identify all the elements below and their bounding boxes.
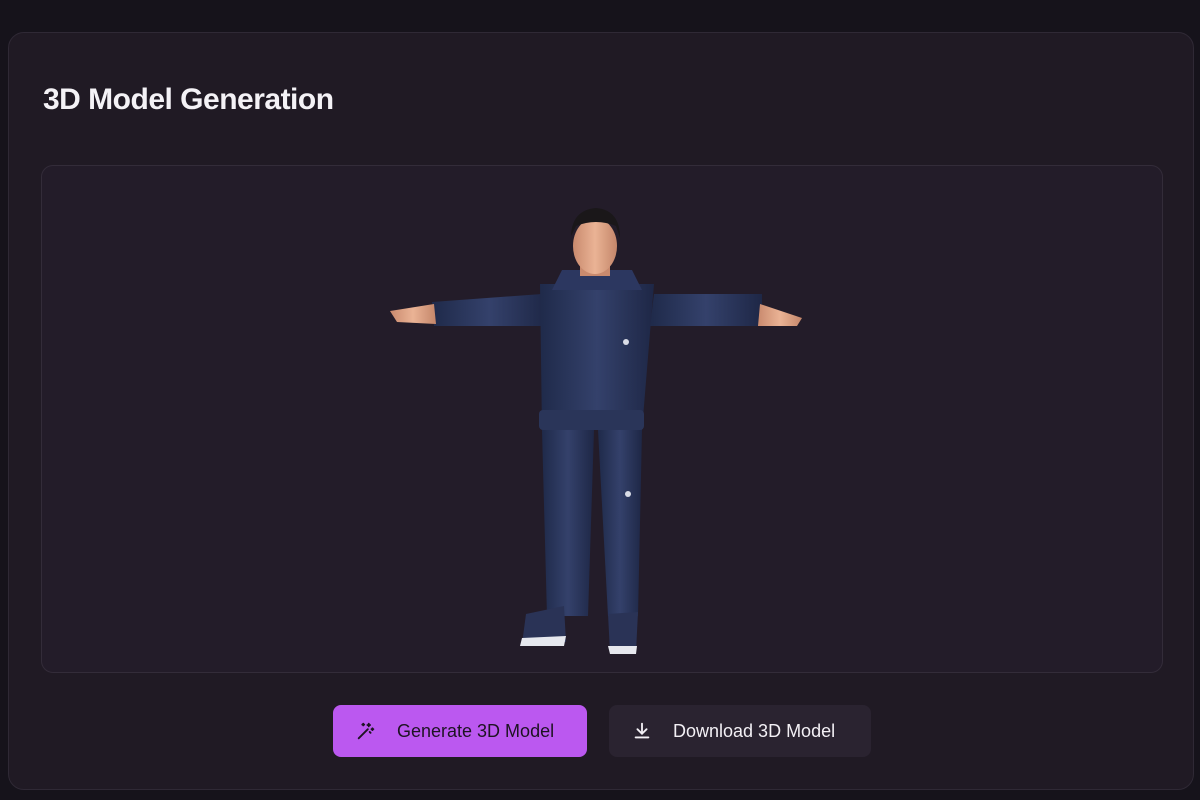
download-3d-model-label: Download 3D Model — [673, 720, 836, 741]
generate-3d-model-button[interactable]: Generate 3D Model — [333, 705, 587, 757]
download-3d-model-button[interactable]: Download 3D Model — [609, 705, 871, 757]
action-bar: Generate 3D Model Download 3D Model — [9, 705, 1195, 757]
model-viewer[interactable] — [41, 165, 1163, 673]
download-icon — [631, 720, 653, 742]
model-generation-panel: 3D Model Generation Generate 3D Model Do… — [8, 32, 1194, 790]
app-page: 3D Model Generation Generate 3D Model Do… — [0, 0, 1200, 800]
page-title: 3D Model Generation — [43, 83, 334, 116]
magic-wand-icon — [355, 720, 377, 742]
character-model — [390, 208, 802, 654]
generate-3d-model-label: Generate 3D Model — [397, 720, 555, 741]
